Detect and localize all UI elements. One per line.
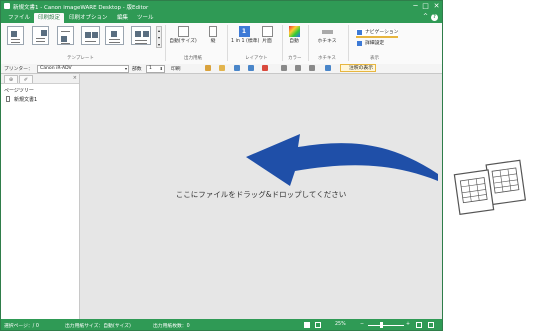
zoom-slider-handle[interactable] [380, 322, 383, 328]
menu-tools[interactable]: ツール [133, 13, 158, 23]
panel-tabs: ⊕ ✐ × [1, 74, 79, 84]
copy-icon[interactable] [295, 65, 301, 71]
app-window: 新規文書1 - Canon imageWARE Desktop - 版Edito… [0, 0, 443, 331]
color-button[interactable]: 自動 [285, 26, 303, 44]
fit-page-icon[interactable] [428, 322, 434, 328]
group-label-layout: レイアウト [245, 56, 268, 61]
color-icon [288, 26, 300, 37]
toolbar: プリンター： Canon iR-ADV ▾ 部数 1 ⬍ 印刷 注釈の表示 [1, 64, 442, 74]
menu-file[interactable]: ファイル [4, 13, 34, 23]
documents-icon [453, 159, 527, 215]
one-sided-icon [261, 26, 273, 37]
menu-edit[interactable]: 編集 [113, 13, 132, 23]
auto-size-button[interactable]: 自動(サイズ) [168, 26, 198, 44]
template-1[interactable] [7, 26, 24, 45]
group-label-color: カラー [288, 56, 302, 61]
maximize-button[interactable]: □ [421, 2, 430, 10]
tree-item-document[interactable]: 新規文書1 [6, 96, 37, 103]
selected-pages: 選択ページ：/ 0 [4, 324, 39, 329]
paper-icon [177, 26, 189, 37]
zoom-level: 25% [335, 322, 346, 327]
folder-icon[interactable] [219, 65, 225, 71]
printer-select[interactable]: Canon iR-ADV ▾ [37, 65, 129, 73]
group-label-output: 出力用紙 [184, 56, 202, 61]
copies-label: 部数 [132, 67, 142, 72]
app-icon [4, 3, 10, 9]
paste-icon[interactable] [205, 65, 211, 71]
menu-print-options[interactable]: 印刷オプション [65, 13, 112, 23]
help-icon[interactable]: ? [431, 14, 438, 21]
page-tree-panel: ⊕ ✐ × ページツリー 新規文書1 [1, 74, 80, 319]
template-5[interactable] [105, 26, 124, 45]
template-6[interactable] [131, 26, 151, 45]
orientation-button[interactable]: 縦 [205, 26, 221, 44]
title-bar[interactable]: 新規文書1 - Canon imageWARE Desktop - 版Edito… [1, 1, 442, 12]
close-panel-icon[interactable]: × [73, 75, 77, 81]
window-title: 新規文書1 - Canon imageWARE Desktop - 版Edito… [13, 5, 149, 11]
details-icon [357, 41, 362, 46]
chevron-down-icon: ▾ [124, 66, 127, 71]
template-2[interactable] [32, 26, 49, 45]
zoom-out-button[interactable]: − [360, 322, 364, 327]
zoom-slider[interactable] [368, 325, 404, 326]
template-scroll[interactable]: ▴ ▾ ▾ [156, 26, 162, 48]
n-up-button[interactable]: 1 1 in 1 (標準) [231, 26, 259, 44]
tab-annotations[interactable]: ✐ [19, 75, 33, 83]
panel-heading: ページツリー [4, 88, 34, 94]
cut-icon[interactable] [281, 65, 287, 71]
sides-button[interactable]: 片面 [259, 26, 275, 44]
output-paper-count: 出力用紙枚数：0 [153, 324, 190, 329]
minimize-button[interactable]: ─ [411, 2, 420, 10]
ribbon: ▴ ▾ ▾ テンプレート 自動(サイズ) 縦 出力用紙 1 1 in 1 (標準) … [1, 23, 442, 65]
stepper-icon: ⬍ [159, 66, 163, 71]
zoom-in-button[interactable]: + [406, 322, 410, 327]
portrait-icon [209, 26, 217, 37]
collapse-ribbon-icon[interactable]: ^ [423, 13, 428, 20]
close-button[interactable]: ✕ [432, 2, 441, 10]
group-label-staple: ホチキス [318, 56, 336, 61]
template-3[interactable] [57, 26, 74, 45]
fit-width-icon[interactable] [416, 322, 422, 328]
drag-arrow-icon [246, 134, 438, 186]
navigation-button[interactable]: ナビゲーション [356, 29, 399, 38]
menu-print-settings[interactable]: 印刷設定 [34, 13, 65, 23]
redo-icon[interactable] [248, 65, 254, 71]
show-annotations-button[interactable]: 注釈の表示 [340, 64, 376, 72]
group-label-display: 表示 [370, 56, 379, 61]
print-button[interactable]: 印刷 [171, 65, 181, 72]
paste-page-icon[interactable] [309, 65, 315, 71]
drop-area[interactable]: ここにファイルをドラッグ&ドロップしてください [80, 74, 442, 319]
delete-icon[interactable] [262, 65, 268, 71]
details-button[interactable]: 詳細設定 [356, 40, 384, 47]
staple-button[interactable]: ホチキス [313, 26, 341, 44]
menu-bar: ファイル 印刷設定 印刷オプション 編集 ツール ^ ? [1, 12, 442, 23]
staple-icon [321, 30, 333, 34]
status-bar: 選択ページ：/ 0 出力用紙サイズ：自動(サイズ) 出力用紙枚数：0 25% −… [1, 319, 442, 330]
undo-icon[interactable] [234, 65, 240, 71]
output-paper-size: 出力用紙サイズ：自動(サイズ) [65, 324, 131, 329]
view-single-icon[interactable] [304, 322, 310, 328]
tab-page-tree[interactable]: ⊕ [4, 75, 18, 83]
document-icon [6, 96, 10, 102]
n-up-icon: 1 [238, 26, 250, 37]
zoom-icon[interactable] [325, 65, 331, 71]
printer-label: プリンター： [4, 67, 33, 72]
copies-input[interactable]: 1 ⬍ [146, 65, 165, 73]
view-thumbnail-icon[interactable] [315, 322, 321, 328]
template-4[interactable] [81, 26, 100, 45]
group-label-template: テンプレート [67, 56, 94, 61]
drop-hint-text: ここにファイルをドラッグ&ドロップしてください [175, 190, 347, 199]
navigation-icon [357, 30, 362, 35]
